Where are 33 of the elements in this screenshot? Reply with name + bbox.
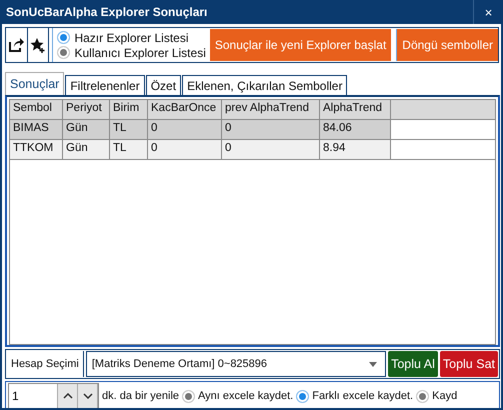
interval-label: dk. da bir yenile xyxy=(102,390,180,402)
close-button[interactable]: × xyxy=(473,0,501,24)
chevron-down-icon xyxy=(82,393,92,399)
table-cell: TTKOM xyxy=(10,140,63,160)
table-cell: 0 xyxy=(222,140,320,160)
save-radio[interactable]: Farklı excele kaydet. xyxy=(296,390,414,402)
account-dropdown[interactable]: [Matriks Deneme Ortamı] 0~825896 xyxy=(86,351,386,377)
export-button[interactable] xyxy=(6,28,28,62)
tab[interactable]: Eklenen, Çıkarılan Semboller xyxy=(182,75,348,95)
table-cell: Gün xyxy=(63,140,110,160)
tab[interactable]: Özet xyxy=(146,75,182,95)
dropdown-caret-icon xyxy=(369,362,378,366)
table-cell: 0 xyxy=(148,140,222,160)
export-icon xyxy=(8,37,24,53)
save-radio[interactable]: Aynı excele kaydet. xyxy=(182,390,294,402)
decrement-button[interactable] xyxy=(78,384,98,408)
list-radio[interactable]: Hazır Explorer Listesi xyxy=(57,30,206,44)
tab[interactable]: Filtrelenenler xyxy=(65,75,145,95)
chevron-up-icon xyxy=(62,393,72,399)
increment-button[interactable] xyxy=(58,384,78,408)
star-plus-icon xyxy=(30,37,46,53)
save-radio[interactable]: Kayd xyxy=(416,390,458,402)
buy-all-button[interactable]: Toplu Al xyxy=(388,351,438,377)
favorite-button[interactable] xyxy=(28,28,50,62)
tab[interactable]: Sonuçlar xyxy=(5,72,64,95)
list-radio[interactable]: Kullanıcı Explorer Listesi xyxy=(57,46,206,60)
table-cell: TL xyxy=(110,140,148,160)
interval-spinner[interactable]: 1 xyxy=(8,383,99,408)
window-title: SonUcBarAlpha Explorer Sonuçları xyxy=(5,5,208,19)
sell-all-button[interactable]: Toplu Sat xyxy=(440,351,498,377)
account-label: Hesap Seçimi xyxy=(7,351,84,377)
table-row[interactable]: BIMAS Gün TL 0 0 84.06 xyxy=(10,120,495,140)
table-row[interactable]: TTKOM Gün TL 0 0 8.94 xyxy=(10,140,495,160)
